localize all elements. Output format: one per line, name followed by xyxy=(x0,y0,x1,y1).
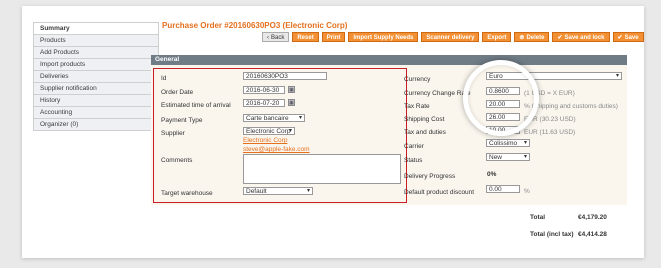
supplier-label: Supplier xyxy=(161,130,185,137)
import-supply-needs-button[interactable]: Import Supply Needs xyxy=(348,32,419,42)
delivery-progress-label: Delivery Progress xyxy=(404,173,456,180)
id-field[interactable]: 20160630PO3 xyxy=(243,72,327,80)
target-warehouse-select[interactable]: Default xyxy=(243,187,313,195)
delete-label: Delete xyxy=(526,35,545,41)
sidebar-item-organizer[interactable]: Organizer (0) xyxy=(34,119,158,131)
back-button[interactable]: ‹ Back xyxy=(262,32,290,42)
payment-type-label: Payment Type xyxy=(161,117,203,124)
supplier-select[interactable]: Electronic Corp xyxy=(243,127,295,135)
section-header-general: General xyxy=(151,55,627,65)
save-icon: ✔ xyxy=(617,35,623,41)
save-icon: ✔ xyxy=(557,35,563,41)
calendar-icon[interactable]: ▦ xyxy=(288,99,295,106)
total-incl-tax-label: Total (incl tax) xyxy=(530,231,574,238)
tax-rate-label: Tax Rate xyxy=(404,103,430,110)
delivery-progress-value: 0% xyxy=(487,171,497,178)
save-and-lock-label: Save and lock xyxy=(564,35,605,41)
total-incl-tax-value: €4,414.28 xyxy=(578,231,607,238)
reset-button[interactable]: Reset xyxy=(292,32,319,42)
carrier-label: Carrier xyxy=(404,143,424,150)
comments-textarea[interactable] xyxy=(243,154,401,184)
sidebar-item-deliveries[interactable]: Deliveries xyxy=(34,71,158,83)
page-title: Purchase Order #20160630PO3 (Electronic … xyxy=(162,21,348,30)
id-label: Id xyxy=(161,75,167,82)
sidebar: Summary Products Add Products Import pro… xyxy=(33,22,159,131)
toolbar: ‹ Back Reset Print Import Supply Needs Sc… xyxy=(262,32,644,42)
status-select[interactable]: New xyxy=(486,153,530,161)
scanner-delivery-button[interactable]: Scanner delivery xyxy=(421,32,480,42)
delete-icon: ⊗ xyxy=(519,35,525,41)
tax-duties-label: Tax and duties xyxy=(404,129,446,136)
order-date-field[interactable]: 2016-06-30 xyxy=(243,86,285,94)
carrier-select[interactable]: Colissimo xyxy=(486,139,530,147)
total-label: Total xyxy=(530,214,546,221)
target-warehouse-label: Target warehouse xyxy=(161,190,213,197)
magnifier-circle xyxy=(463,60,539,136)
sidebar-item-import-products[interactable]: Import products xyxy=(34,59,158,71)
sidebar-item-summary[interactable]: Summary xyxy=(34,23,158,35)
delete-button[interactable]: ⊗ Delete xyxy=(514,32,550,42)
sidebar-item-history[interactable]: History xyxy=(34,95,158,107)
sidebar-item-supplier-notification[interactable]: Supplier notification xyxy=(34,83,158,95)
supplier-link[interactable]: Electronic Corp xyxy=(243,137,287,144)
tax-duties-note: EUR (11.63 USD) xyxy=(524,129,576,136)
status-label: Status xyxy=(404,157,423,164)
comments-label: Comments xyxy=(161,157,193,164)
back-arrow-icon: ‹ xyxy=(267,35,269,41)
default-discount-label: Default product discount xyxy=(404,189,475,196)
currency-rate-label: Currency Change Rate xyxy=(404,90,471,97)
print-button[interactable]: Print xyxy=(321,32,346,42)
sidebar-item-add-products[interactable]: Add Products xyxy=(34,47,158,59)
supplier-email-link[interactable]: steve@apple-fake.com xyxy=(243,146,310,153)
sidebar-item-accounting[interactable]: Accounting xyxy=(34,107,158,119)
save-button[interactable]: ✔ Save xyxy=(612,32,644,42)
order-date-label: Order Date xyxy=(161,89,194,96)
currency-label: Currency xyxy=(404,76,431,83)
default-discount-field[interactable]: 0.00 xyxy=(486,185,520,193)
export-button[interactable]: Export xyxy=(482,32,512,42)
payment-type-select[interactable]: Carte bancaire xyxy=(243,114,305,122)
total-value: €4,179.20 xyxy=(578,214,607,221)
eta-field[interactable]: 2016-07-20 xyxy=(243,99,285,107)
calendar-icon[interactable]: ▦ xyxy=(288,86,295,93)
shipping-cost-label: Shipping Cost xyxy=(404,116,445,123)
default-discount-unit: % xyxy=(524,188,530,195)
sidebar-item-products[interactable]: Products xyxy=(34,35,158,47)
back-label: Back xyxy=(271,35,285,41)
eta-label: Estimated time of arrival xyxy=(161,102,231,109)
save-label: Save xyxy=(624,35,639,41)
save-and-lock-button[interactable]: ✔ Save and lock xyxy=(552,32,610,42)
